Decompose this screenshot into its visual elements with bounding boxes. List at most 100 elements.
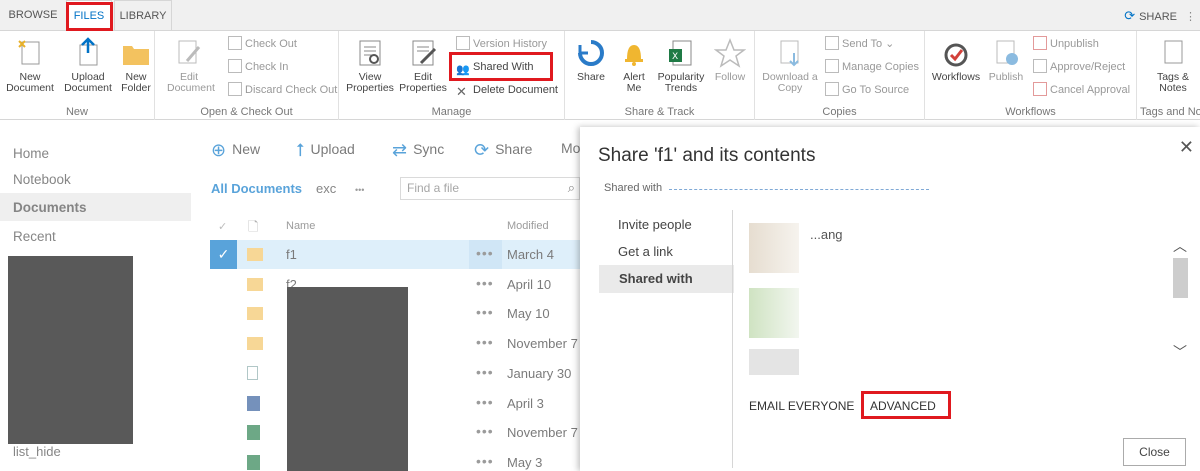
- unpublish-label: Unpublish: [1050, 38, 1099, 50]
- follow-button[interactable]: Follow: [711, 37, 749, 83]
- close-button[interactable]: Close: [1123, 438, 1186, 466]
- avatar: [749, 288, 799, 338]
- dialog-nav-invite-people[interactable]: Invite people: [618, 217, 692, 232]
- workflows-label: Workflows: [931, 71, 981, 83]
- discard-icon: [228, 82, 242, 96]
- new-document-icon: [18, 40, 40, 65]
- ribbon-group-manage: View Properties Edit Properties Version …: [339, 31, 565, 120]
- check-out-label: Check Out: [245, 38, 297, 50]
- avatar: [749, 223, 799, 273]
- manage-copies-button[interactable]: Manage Copies: [825, 57, 919, 77]
- highlight-box-files: [66, 2, 113, 31]
- ribbon-group-new: New Document Upload Document New Folder …: [0, 31, 155, 120]
- dialog-title: Share 'f1' and its contents: [598, 145, 816, 166]
- publish-label: Publish: [988, 71, 1024, 83]
- download-copy-label: Download a Copy: [762, 71, 818, 94]
- download-icon: [780, 40, 799, 67]
- scroll-thumb[interactable]: [1173, 258, 1188, 298]
- view-properties-button[interactable]: View Properties: [345, 37, 395, 94]
- share-sync-icon: ⟳: [1124, 8, 1136, 23]
- person-name: ...ang: [810, 227, 843, 242]
- delete-document-label: Delete Document: [473, 84, 558, 96]
- approve-reject-icon: [1033, 59, 1047, 73]
- dialog-nav-shared-with-label: Shared with: [619, 271, 693, 286]
- tags-notes-button[interactable]: Tags & Notes: [1151, 37, 1195, 94]
- highlight-box-shared-with: [449, 52, 553, 81]
- send-to-button[interactable]: Send To ⌄: [825, 34, 894, 54]
- cancel-approval-label: Cancel Approval: [1050, 84, 1131, 96]
- send-to-icon: [825, 36, 839, 50]
- check-in-button[interactable]: Check In: [228, 57, 288, 77]
- upload-icon: [79, 37, 98, 66]
- discard-check-out-button[interactable]: Discard Check Out: [228, 80, 337, 100]
- share-top-label: SHARE: [1139, 11, 1177, 23]
- alert-me-button[interactable]: Alert Me: [615, 37, 653, 94]
- ribbon-group-tags: Tags & Notes Tags and No: [1137, 31, 1200, 120]
- download-copy-button[interactable]: Download a Copy: [759, 37, 821, 94]
- new-document-button[interactable]: New Document: [0, 37, 60, 94]
- send-to-label: Send To: [842, 38, 883, 50]
- check-in-label: Check In: [245, 61, 289, 73]
- version-history-button[interactable]: Version History: [456, 34, 547, 54]
- folder-icon: [123, 46, 149, 65]
- group-label-share: Share & Track: [624, 106, 695, 118]
- ribbon-group-open: Edit Document Check Out Check In Discard…: [155, 31, 339, 120]
- share-label: Share: [576, 71, 606, 83]
- view-properties-label: View Properties: [346, 71, 394, 94]
- new-folder-button[interactable]: New Folder: [116, 37, 156, 94]
- delete-document-button[interactable]: ✕ Delete Document: [456, 80, 558, 100]
- version-history-label: Version History: [473, 38, 547, 50]
- people-list-scrollbar[interactable]: ︿ ﹀: [1168, 222, 1194, 372]
- share-button[interactable]: Share: [573, 37, 609, 83]
- follow-label: Follow: [714, 71, 746, 83]
- check-in-icon: [228, 59, 242, 73]
- scroll-up-chevron-icon[interactable]: ︿: [1173, 236, 1187, 256]
- shared-with-prefix: Shared with: [604, 182, 663, 194]
- shared-with-names-obscured: [669, 187, 930, 190]
- popularity-trends-label: Popularity Trends: [657, 71, 705, 94]
- publish-button[interactable]: Publish: [985, 37, 1027, 83]
- discard-check-out-label: Discard Check Out: [245, 84, 338, 96]
- dialog-nav-get-link[interactable]: Get a link: [618, 244, 673, 259]
- shared-with-summary: Shared with: [604, 182, 930, 194]
- popularity-trends-button[interactable]: X Popularity Trends: [655, 37, 707, 94]
- check-out-button[interactable]: Check Out: [228, 34, 297, 54]
- publish-icon: [996, 40, 1018, 65]
- unpublish-button[interactable]: Unpublish: [1033, 34, 1099, 54]
- version-history-icon: [456, 36, 470, 50]
- email-everyone-link[interactable]: EMAIL EVERYONE: [749, 399, 854, 413]
- approve-reject-button[interactable]: Approve/Reject: [1033, 57, 1125, 77]
- tab-library[interactable]: LIBRARY: [114, 0, 172, 31]
- edit-properties-button[interactable]: Edit Properties: [397, 37, 449, 94]
- new-document-label: New Document: [6, 71, 54, 94]
- edit-document-label: Edit Document: [167, 71, 215, 94]
- dialog-close-icon[interactable]: ✕: [1179, 137, 1194, 158]
- cancel-approval-button[interactable]: Cancel Approval: [1033, 80, 1130, 100]
- scroll-down-chevron-icon[interactable]: ﹀: [1173, 342, 1187, 362]
- avatar: [749, 349, 799, 375]
- tags-icon: [1164, 40, 1183, 64]
- star-icon: [714, 37, 746, 68]
- tab-browse[interactable]: BROWSE: [0, 0, 66, 31]
- workflows-icon: [944, 43, 968, 67]
- popularity-trends-icon: X: [669, 40, 692, 66]
- share-top-button[interactable]: ⟳ SHARE ⋮: [1124, 0, 1196, 31]
- ribbon-group-copies: Download a Copy Send To ⌄ Manage Copies G…: [755, 31, 925, 120]
- new-folder-label: New Folder: [121, 71, 151, 94]
- ribbon-group-share: Share Alert Me X Popularity Trends Follo…: [565, 31, 755, 120]
- overflow-icon: ⋮: [1185, 11, 1196, 23]
- group-label-manage: Manage: [431, 106, 472, 118]
- highlight-box-advanced: [861, 391, 951, 419]
- go-to-source-label: Go To Source: [842, 84, 910, 96]
- go-to-source-button[interactable]: Go To Source: [825, 80, 909, 100]
- edit-document-icon: [178, 40, 201, 64]
- edit-properties-label: Edit Properties: [399, 71, 447, 94]
- workflows-button[interactable]: Workflows: [929, 37, 983, 83]
- dialog-nav-shared-with[interactable]: Shared with: [599, 265, 734, 293]
- tags-notes-label: Tags & Notes: [1156, 71, 1190, 94]
- edit-document-button[interactable]: Edit Document: [167, 37, 215, 94]
- bell-icon: [625, 45, 643, 66]
- upload-document-button[interactable]: Upload Document: [62, 37, 114, 94]
- edit-properties-icon: [412, 40, 437, 66]
- check-out-icon: [228, 36, 242, 50]
